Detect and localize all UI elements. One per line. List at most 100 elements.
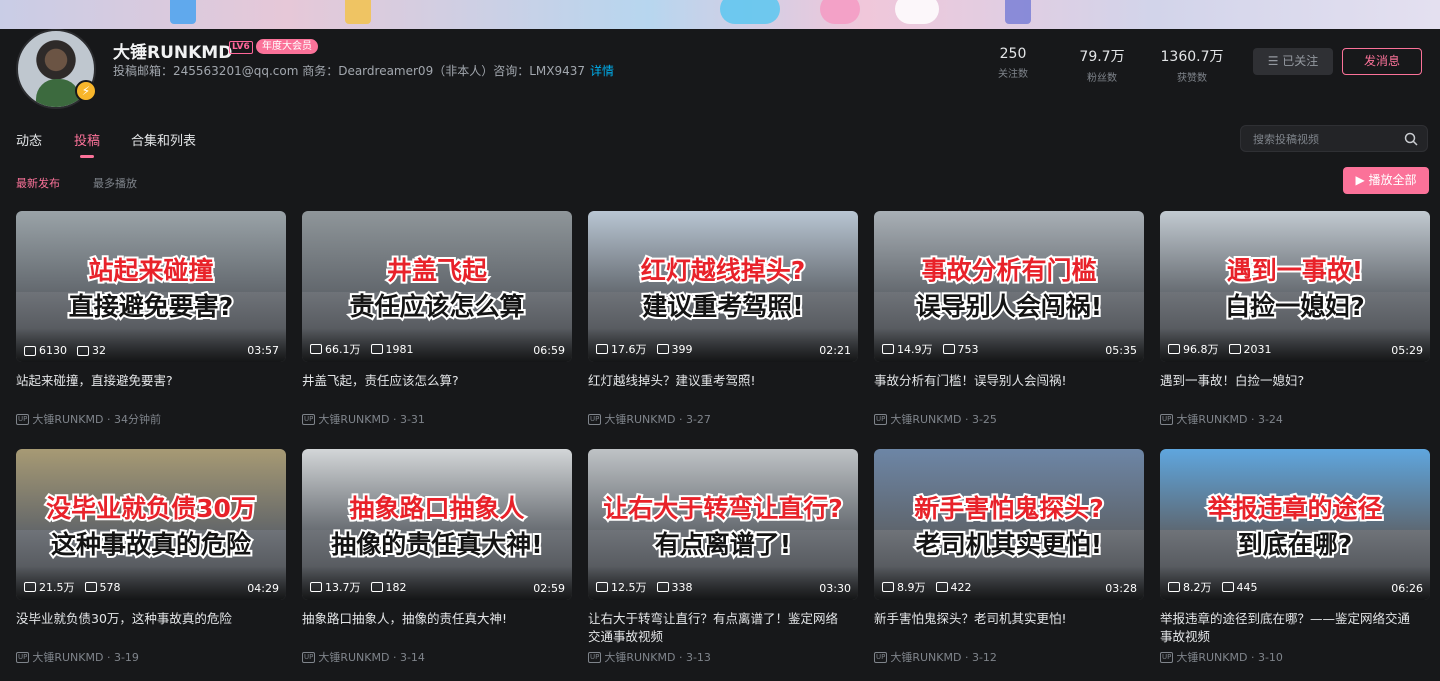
- thumbnail-caption-line2: 建议重考驾照!: [640, 290, 805, 323]
- video-date: 3-24: [1257, 412, 1283, 426]
- stat-label: 粉丝数: [1087, 73, 1117, 84]
- video-owner-line: UP 大锤RUNKMD · 3-13: [588, 649, 711, 665]
- danmaku-count: 422: [950, 580, 972, 594]
- video-card[interactable]: 抽象路口抽象人 抽像的责任真大神! 13.7万 182 02:59 抽象路口抽象人，抽像的…: [302, 449, 572, 681]
- video-owner[interactable]: 大锤RUNKMD: [1176, 649, 1247, 665]
- search-input[interactable]: [1253, 130, 1403, 148]
- tab-dynamic[interactable]: 动态: [16, 130, 42, 149]
- danmaku-count: 753: [957, 342, 979, 356]
- separator-dot: ·: [389, 650, 400, 664]
- play-all-button[interactable]: ▶ 播放全部: [1343, 167, 1429, 194]
- menu-icon: ☰: [1267, 54, 1283, 68]
- stat-likes: 1360.7万 获赞数: [1160, 46, 1224, 84]
- up-icon: UP: [302, 651, 316, 663]
- sort-most-played[interactable]: 最多播放: [93, 175, 137, 191]
- video-card[interactable]: 新手害怕鬼探头? 老司机其实更怕! 8.9万 422 03:28 新手害怕鬼探头？老司机其…: [874, 449, 1144, 681]
- thumbnail-caption-line1: 事故分析有门槛: [919, 254, 1098, 287]
- play-count-icon: [310, 582, 322, 592]
- message-button[interactable]: 发消息: [1342, 48, 1422, 75]
- video-owner[interactable]: 大锤RUNKMD: [890, 411, 961, 427]
- view-count: 12.5万: [611, 581, 647, 594]
- video-card[interactable]: 井盖飞起 责任应该怎么算 66.1万 1981 06:59 井盖飞起，责任应该怎么算? UP…: [302, 211, 572, 443]
- video-card[interactable]: 事故分析有门槛 误导别人会闯祸! 14.9万 753 05:35 事故分析有门槛！误导别人…: [874, 211, 1144, 443]
- danmaku-icon: [656, 582, 669, 592]
- video-card[interactable]: 红灯越线掉头? 建议重考驾照! 17.6万 399 02:21 红灯越线掉头？建议重考驾照…: [588, 211, 858, 443]
- video-thumbnail[interactable]: 新手害怕鬼探头? 老司机其实更怕! 8.9万 422 03:28: [874, 449, 1144, 600]
- video-card[interactable]: 遇到一事故! 白捡一媳妇? 96.8万 2031 05:29 遇到一事故！白捡一媳妇? UP…: [1160, 211, 1430, 443]
- danmaku-count: 338: [671, 580, 693, 594]
- video-title[interactable]: 新手害怕鬼探头？老司机其实更怕!: [874, 610, 1134, 628]
- up-icon: UP: [1160, 413, 1174, 425]
- video-owner-line: UP 大锤RUNKMD · 3-19: [16, 649, 139, 665]
- video-title[interactable]: 井盖飞起，责任应该怎么算?: [302, 372, 562, 390]
- danmaku-icon: [84, 582, 97, 592]
- video-owner[interactable]: 大锤RUNKMD: [1176, 411, 1247, 427]
- video-duration: 03:57: [247, 344, 279, 357]
- video-owner[interactable]: 大锤RUNKMD: [890, 649, 961, 665]
- video-owner[interactable]: 大锤RUNKMD: [32, 411, 103, 427]
- video-title[interactable]: 事故分析有门槛！误导别人会闯祸!: [874, 372, 1134, 390]
- video-title[interactable]: 让右大于转弯让直行？有点离谱了！鉴定网络交通事故视频: [588, 610, 848, 646]
- video-thumbnail[interactable]: 井盖飞起 责任应该怎么算 66.1万 1981 06:59: [302, 211, 572, 362]
- follow-button[interactable]: ☰ 已关注: [1253, 48, 1333, 75]
- up-icon: UP: [588, 651, 602, 663]
- video-thumbnail[interactable]: 举报违章的途径 到底在哪? 8.2万 445 06:26: [1160, 449, 1430, 600]
- video-duration: 05:29: [1391, 344, 1423, 357]
- up-icon: UP: [874, 651, 888, 663]
- video-duration: 04:29: [247, 582, 279, 595]
- video-thumbnail[interactable]: 让右大于转弯让直行? 有点离谱了! 12.5万 338 03:30: [588, 449, 858, 600]
- danmaku-count: 182: [385, 580, 407, 594]
- video-title[interactable]: 没毕业就负债30万，这种事故真的危险: [16, 610, 276, 628]
- video-owner[interactable]: 大锤RUNKMD: [318, 411, 389, 427]
- video-thumbnail[interactable]: 站起来碰撞 直接避免要害? 6130 32 03:57: [16, 211, 286, 362]
- stat-label: 获赞数: [1177, 73, 1207, 84]
- vip-badge[interactable]: 年度大会员: [256, 39, 318, 54]
- video-thumbnail[interactable]: 没毕业就负债30万 这种事故真的危险 21.5万 578 04:29: [16, 449, 286, 600]
- tab-uploads[interactable]: 投稿: [74, 130, 100, 149]
- thumbnail-caption-line2: 误导别人会闯祸!: [914, 290, 1104, 323]
- danmaku-count: 1981: [385, 342, 414, 356]
- tab-collections[interactable]: 合集和列表: [131, 130, 196, 149]
- video-card[interactable]: 站起来碰撞 直接避免要害? 6130 32 03:57 站起来碰撞，直接避免要害? UP 大锤…: [16, 211, 286, 443]
- thumbnail-caption-line1: 新手害怕鬼探头?: [912, 492, 1106, 525]
- video-owner[interactable]: 大锤RUNKMD: [604, 411, 675, 427]
- user-name[interactable]: 大锤RUNKMD: [113, 38, 232, 63]
- separator-dot: ·: [103, 412, 114, 426]
- danmaku-icon: [77, 345, 89, 356]
- banner-character: [720, 0, 780, 24]
- sign-details-link[interactable]: 详情: [590, 64, 614, 78]
- video-owner[interactable]: 大锤RUNKMD: [604, 649, 675, 665]
- video-duration: 06:59: [533, 344, 565, 357]
- sort-latest[interactable]: 最新发布: [16, 175, 60, 191]
- video-date: 3-12: [971, 650, 997, 664]
- video-thumbnail[interactable]: 抽象路口抽象人 抽像的责任真大神! 13.7万 182 02:59: [302, 449, 572, 600]
- video-title[interactable]: 抽象路口抽象人，抽像的责任真大神!: [302, 610, 562, 628]
- play-count-icon: [24, 345, 36, 356]
- video-thumbnail[interactable]: 遇到一事故! 白捡一媳妇? 96.8万 2031 05:29: [1160, 211, 1430, 362]
- stat-followers[interactable]: 79.7万 粉丝数: [1078, 46, 1126, 84]
- thumbnail-caption-line1: 遇到一事故!: [1225, 254, 1365, 287]
- video-thumbnail[interactable]: 事故分析有门槛 误导别人会闯祸! 14.9万 753 05:35: [874, 211, 1144, 362]
- view-count: 13.7万: [325, 581, 361, 594]
- danmaku-count: 2031: [1243, 342, 1272, 356]
- thumbnail-caption-line1: 红灯越线掉头?: [639, 254, 808, 287]
- video-card[interactable]: 让右大于转弯让直行? 有点离谱了! 12.5万 338 03:30 让右大于转弯让直行？有…: [588, 449, 858, 681]
- search-icon[interactable]: [1404, 132, 1418, 146]
- video-title[interactable]: 站起来碰撞，直接避免要害?: [16, 372, 276, 390]
- video-title[interactable]: 遇到一事故！白捡一媳妇?: [1160, 372, 1420, 390]
- video-card[interactable]: 举报违章的途径 到底在哪? 8.2万 445 06:26 举报违章的途径到底在哪？——鉴定…: [1160, 449, 1430, 681]
- video-card[interactable]: 没毕业就负债30万 这种事故真的危险 21.5万 578 04:29 没毕业就负债30万，…: [16, 449, 286, 681]
- separator-dot: ·: [1247, 650, 1258, 664]
- video-title[interactable]: 红灯越线掉头？建议重考驾照!: [588, 372, 848, 390]
- stat-following[interactable]: 250 关注数: [997, 46, 1029, 80]
- stat-value: 250: [999, 46, 1027, 62]
- video-owner[interactable]: 大锤RUNKMD: [318, 649, 389, 665]
- video-owner-line: UP 大锤RUNKMD · 3-12: [874, 649, 997, 665]
- video-title[interactable]: 举报违章的途径到底在哪？——鉴定网络交通事故视频: [1160, 610, 1420, 646]
- video-thumbnail[interactable]: 红灯越线掉头? 建议重考驾照! 17.6万 399 02:21: [588, 211, 858, 362]
- video-date: 3-13: [685, 650, 711, 664]
- separator-dot: ·: [675, 412, 686, 426]
- video-date: 3-14: [399, 650, 425, 664]
- video-owner[interactable]: 大锤RUNKMD: [32, 649, 103, 665]
- view-count: 17.6万: [611, 343, 647, 356]
